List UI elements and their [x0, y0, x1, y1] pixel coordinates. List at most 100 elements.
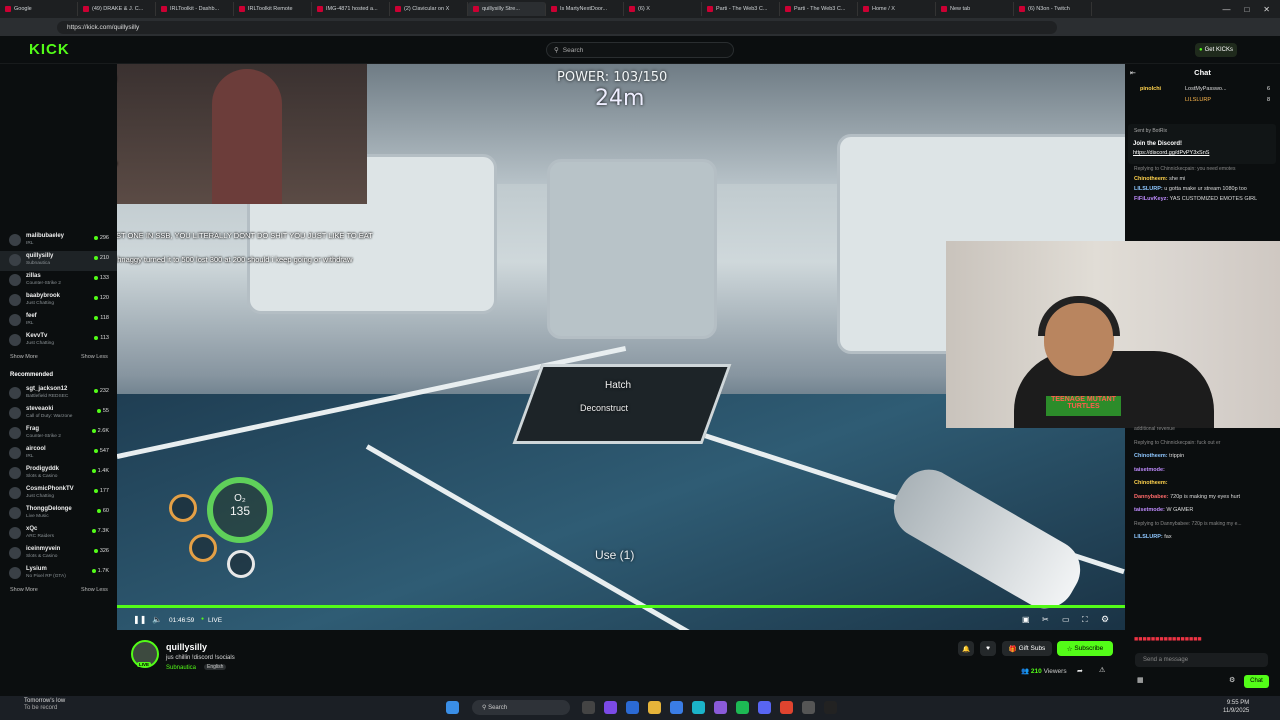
search-icon: ⚲ [482, 705, 487, 711]
folder-icon[interactable] [648, 701, 661, 714]
app-icon[interactable] [714, 701, 727, 714]
sidebar-channel[interactable]: aircool IRL 547 [0, 444, 117, 464]
collapse-chat-icon[interactable]: ⇤ [1130, 69, 1136, 77]
browser-tab[interactable]: Home / X [858, 2, 936, 16]
browser-tab[interactable]: IRLToolkit - Dashb... [156, 2, 234, 16]
fullscreen-icon[interactable]: ⛶ [1082, 615, 1088, 625]
follow-button[interactable]: ♥ [980, 641, 996, 656]
get-kicks-button[interactable]: ● Get KICKs [1195, 43, 1237, 57]
stream-category[interactable]: Subnautica [166, 665, 196, 671]
sidebar-channel[interactable]: steveaoki Call of Duty: Warzone 55 [0, 404, 117, 424]
volume-icon[interactable]: 🔈 [152, 615, 162, 624]
report-icon[interactable]: ⚠ [1099, 666, 1105, 674]
app-icon[interactable] [670, 701, 683, 714]
subscribe-button[interactable]: ☆ Subscribe [1057, 641, 1113, 656]
emote-bar[interactable]: ■■■■■■■■■■■■■■■■ [1134, 636, 1274, 646]
sidebar-channel[interactable]: ThonggDelonge Live Music 60 [0, 504, 117, 524]
channel-name[interactable]: quillysilly [166, 642, 207, 652]
windows-start-icon[interactable] [446, 701, 459, 714]
chat-message[interactable]: Chinotheem: trippin [1134, 453, 1274, 460]
browser-tab[interactable]: Google [0, 2, 78, 16]
search-input[interactable]: ⚲ Search [546, 42, 734, 58]
chat-message[interactable]: Chinotheem: [1134, 480, 1274, 487]
discord-link[interactable]: https://discord.gg/dPvPY3xSnS [1133, 150, 1209, 156]
window-controls[interactable]: — □ ✕ [1222, 5, 1280, 14]
sidebar-channel[interactable]: Frag Counter-Strike 2 2.6K [0, 424, 117, 444]
app-icon[interactable] [604, 701, 617, 714]
browser-tab[interactable]: IMG-4871 hosted a... [312, 2, 390, 16]
chat-message[interactable]: FiFiLuvKeyz: YAS CUSTOMIZED EMOTES GIRL [1134, 196, 1274, 203]
chat-message[interactable]: LILSLURP: fax [1134, 534, 1274, 541]
share-icon[interactable]: ➦ [1077, 667, 1083, 675]
close-icon[interactable]: ✕ [1263, 5, 1270, 14]
pinned-gift[interactable]: pinolchi LostMyPasswo... 6 [1140, 86, 1270, 92]
chat-message[interactable]: taisetmode: [1134, 467, 1274, 474]
browser-tab[interactable]: Parti - The Web3 C... [702, 2, 780, 16]
sidebar-channel[interactable]: feef IRL 118 [0, 311, 117, 331]
app-icon[interactable] [824, 701, 837, 714]
show-more-following[interactable]: Show More [10, 354, 38, 360]
gift-subs-button[interactable]: 🎁 Gift Subs [1002, 641, 1052, 656]
show-more-recommended[interactable]: Show More [10, 587, 38, 593]
hud-use-prompt: Use (1) [595, 548, 635, 562]
chat-settings-icon[interactable]: ⚙ [1229, 676, 1235, 684]
chat-message[interactable]: Chinotheem: she mi [1134, 176, 1274, 183]
kick-logo[interactable]: KICK [29, 41, 70, 58]
taskbar-search[interactable]: ⚲ Search [472, 700, 570, 715]
weather-widget[interactable]: Tomorrow's low To be record [24, 698, 65, 712]
sidebar-channel[interactable]: quillysilly Subnautica 210 [0, 251, 117, 271]
app-icon[interactable] [582, 701, 595, 714]
notify-button[interactable]: 🔔 [958, 641, 974, 656]
pause-icon[interactable]: ❚❚ [133, 615, 146, 624]
taskbar-clock[interactable]: 9:55 PM 11/9/2025 [1223, 699, 1249, 715]
minimize-icon[interactable]: — [1222, 5, 1230, 14]
spotify-icon[interactable] [736, 701, 749, 714]
settings-icon[interactable]: ⚙ [1101, 614, 1109, 625]
browser-tab[interactable]: New tab [936, 2, 1014, 16]
sidebar-channel[interactable]: zillas Counter-Strike 2 133 [0, 271, 117, 291]
pip-icon[interactable]: ▣ [1022, 615, 1030, 624]
chat-emote-picker-icon[interactable]: ▦ [1137, 676, 1144, 684]
show-less-recommended[interactable]: Show Less [81, 587, 108, 593]
browser-tab[interactable]: IRLToolkit Remote [234, 2, 312, 16]
maximize-icon[interactable]: □ [1244, 5, 1249, 14]
browser-tab[interactable]: Is MartyNextDoor... [546, 2, 624, 16]
chrome-icon[interactable] [780, 701, 793, 714]
edge-icon[interactable] [692, 701, 705, 714]
browser-tab[interactable]: (6) X [624, 2, 702, 16]
sidebar-channel[interactable]: malibubaeley IRL 296 [0, 231, 117, 251]
sidebar: malibubaeley IRL 296 quillysilly Subnautica 2… [0, 64, 117, 696]
browser-tab[interactable]: quillysilly Stre... [468, 2, 546, 16]
sidebar-channel[interactable]: xQc ARC Raiders 7.3K [0, 524, 117, 544]
sidebar-channel[interactable]: iceinmyvein Slots & Casino 326 [0, 544, 117, 564]
browser-tab[interactable]: (6) N3on - Twitch [1014, 2, 1092, 16]
sidebar-channel[interactable]: Lysium No Pixel RP (GTA) 1.7K [0, 564, 117, 584]
app-icon[interactable] [626, 701, 639, 714]
browser-tab[interactable]: (49) DRAKE & J. C... [78, 2, 156, 16]
sidebar-channel[interactable]: sgt_jackson12 Battlefield REDSEC 232 [0, 384, 117, 404]
sidebar-channel[interactable]: CosmicPhonkTV Just Chatting 177 [0, 484, 117, 504]
sidebar-channel[interactable]: Prodigyddk Slots & Casino 1.4K [0, 464, 117, 484]
chat-message[interactable]: Replying to Dannybabee: 720p is making m… [1134, 521, 1274, 528]
channel-avatar [9, 274, 21, 286]
sidebar-channel[interactable]: KevvTv Just Chatting 113 [0, 331, 117, 351]
chat-message[interactable]: Replying to Chinnickecpain: you need emo… [1134, 166, 1274, 173]
chat-message[interactable]: additional revenue [1134, 426, 1274, 433]
app-icon[interactable] [802, 701, 815, 714]
discord-icon[interactable] [758, 701, 771, 714]
url-field[interactable]: https://kick.com/quillysilly [57, 20, 1057, 34]
chat-message[interactable]: Replying to Chinnickecpain: fuck out er [1134, 440, 1274, 447]
sidebar-channel[interactable]: baabybrook Just Chatting 120 [0, 291, 117, 311]
browser-tab[interactable]: Parti - The Web3 C... [780, 2, 858, 16]
chat-message[interactable]: LILSLURP: u gotta make ur stream 1080p t… [1134, 186, 1274, 193]
show-less-following[interactable]: Show Less [81, 354, 108, 360]
language-tag[interactable]: English [204, 664, 227, 670]
chat-send-button[interactable]: Chat [1244, 675, 1269, 688]
video-progress-bar[interactable] [117, 605, 1125, 608]
browser-tab[interactable]: (2) Clavicular on X [390, 2, 468, 16]
chat-input[interactable]: Send a message [1135, 653, 1268, 667]
theater-icon[interactable]: ▭ [1062, 615, 1070, 624]
chat-message[interactable]: Dannybabee: 720p is making my eyes hurt [1134, 494, 1274, 501]
chat-message[interactable]: taisetmode: W GAMER [1134, 507, 1274, 514]
clip-icon[interactable]: ✂ [1042, 615, 1049, 624]
